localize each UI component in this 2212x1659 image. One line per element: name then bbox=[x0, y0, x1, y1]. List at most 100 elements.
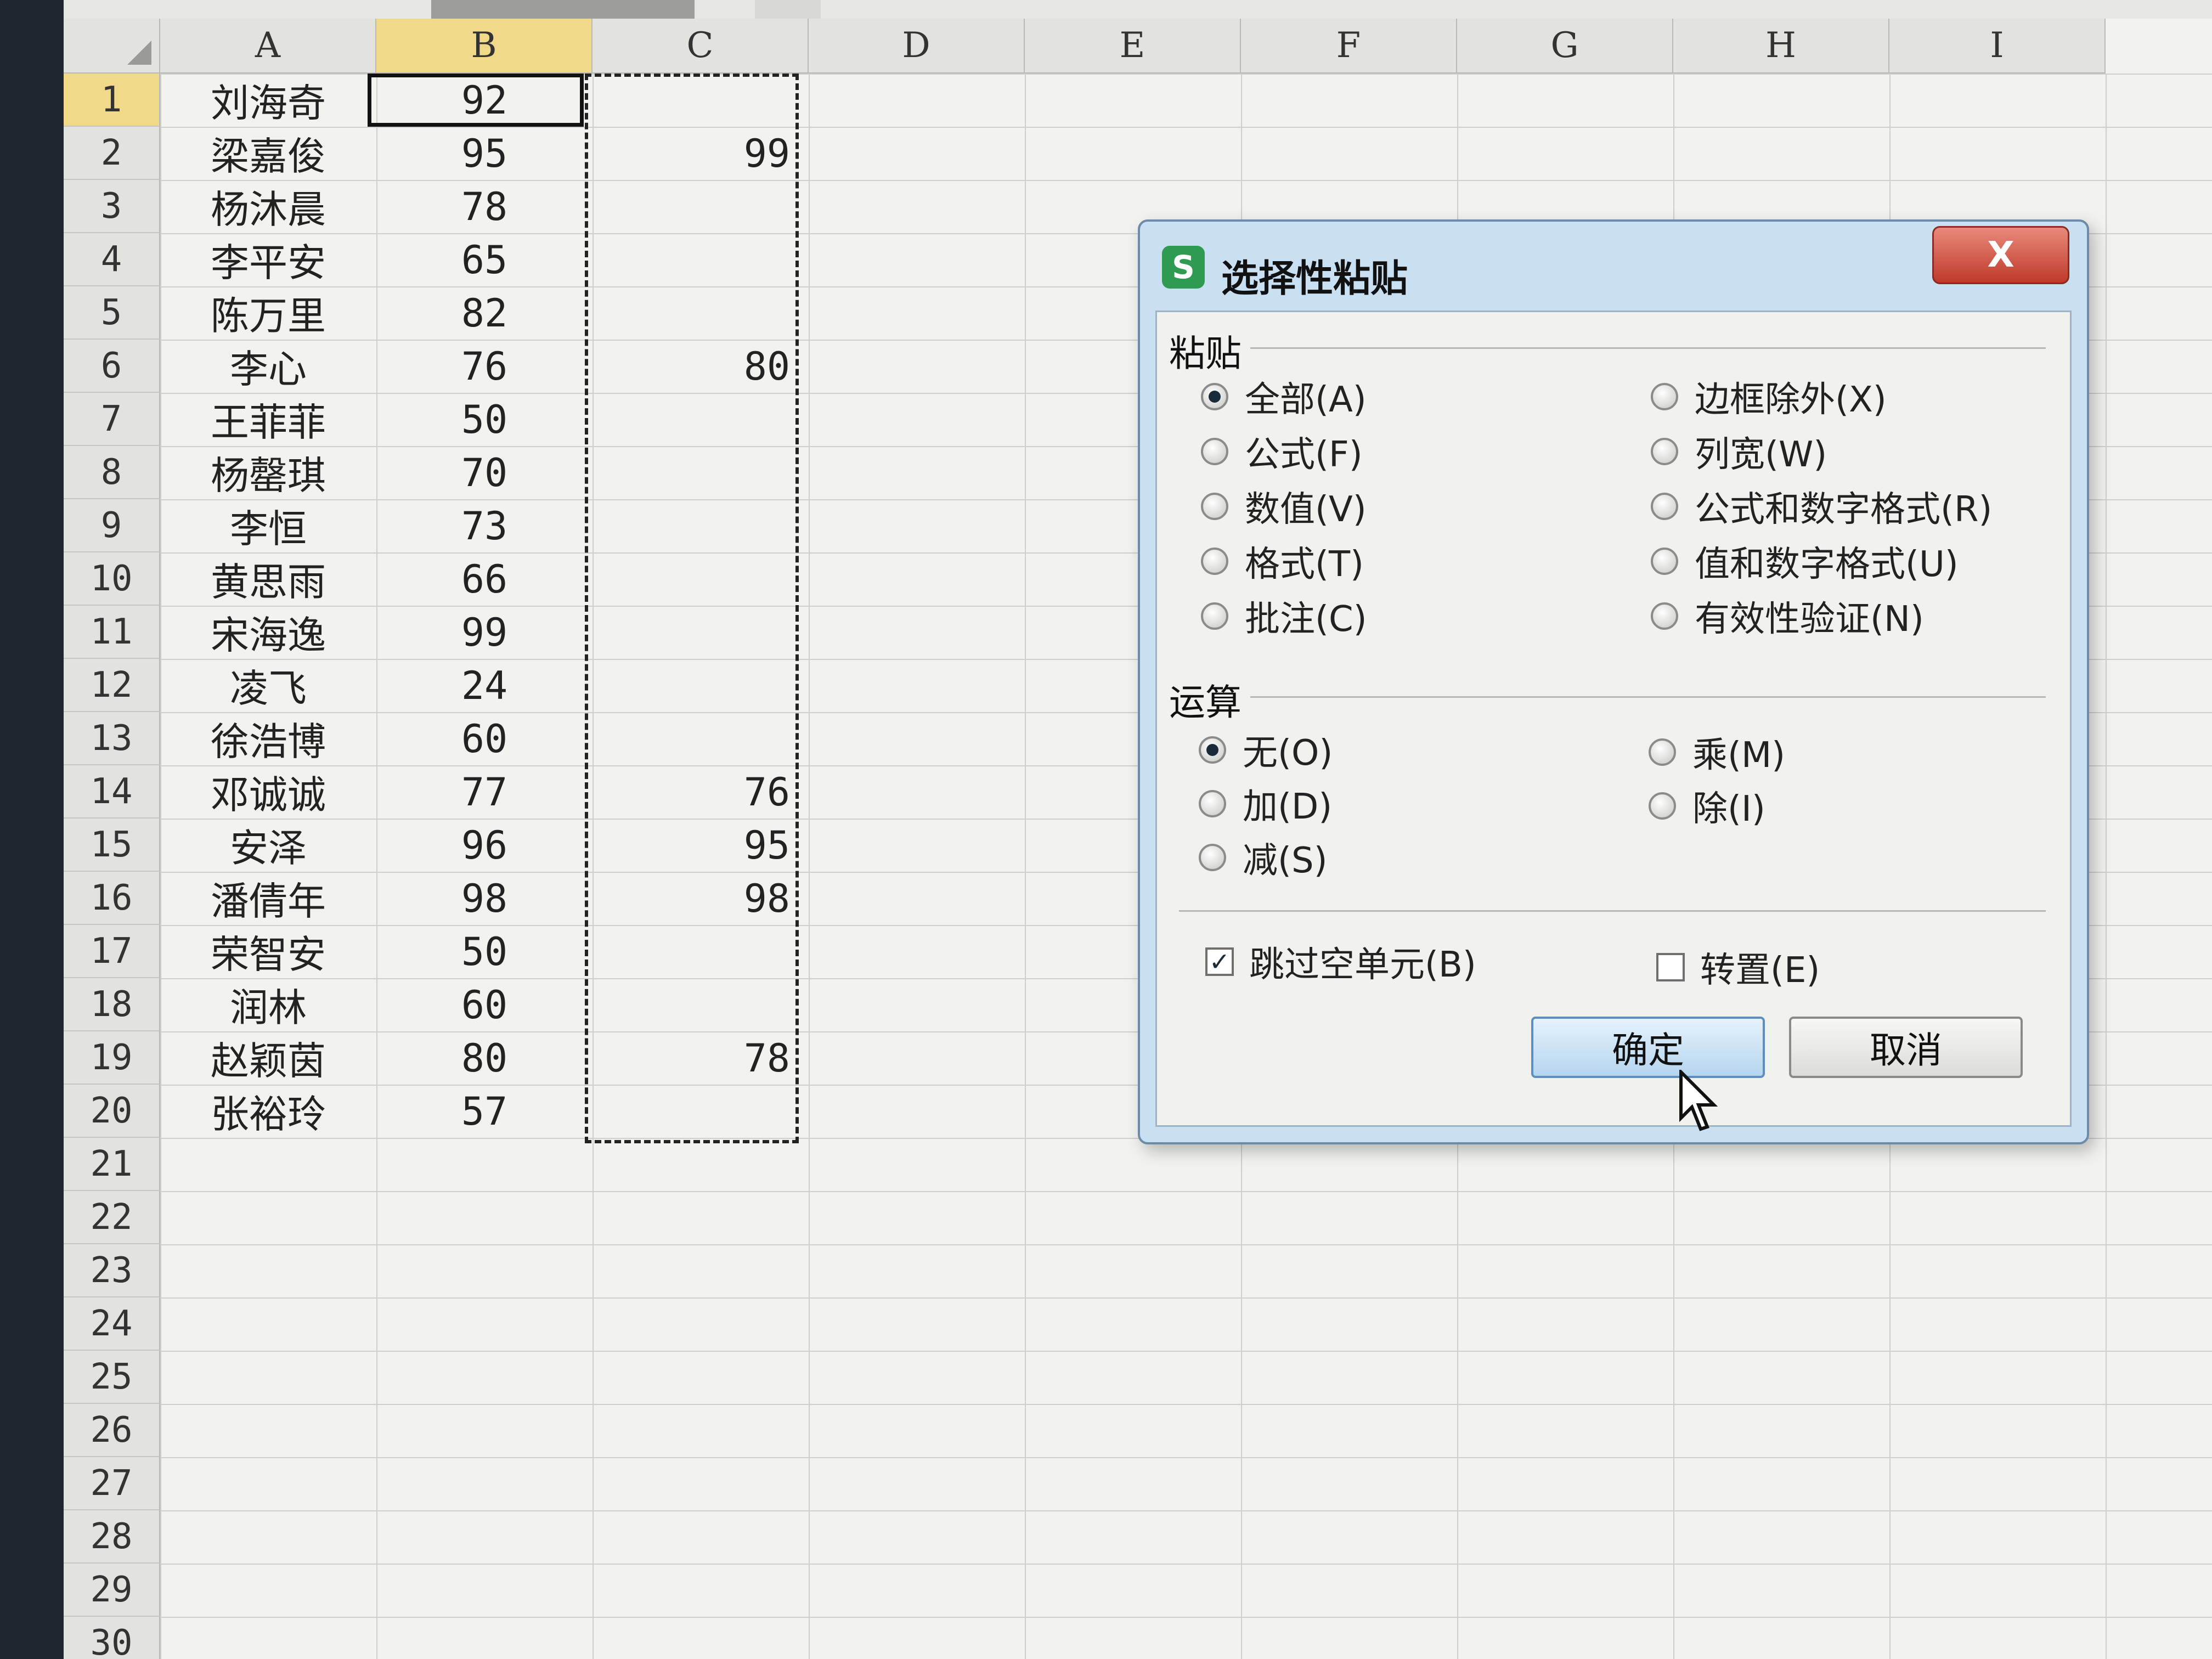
paste-right-radio-4[interactable]: 有效性验证(N) bbox=[1651, 591, 1924, 641]
row-header[interactable]: 24 bbox=[64, 1297, 160, 1351]
paste-left-radio-1[interactable]: 公式(F) bbox=[1201, 426, 1363, 477]
row-header[interactable]: 4 bbox=[64, 233, 160, 286]
cell-score[interactable]: 50 bbox=[376, 393, 592, 446]
cell-score[interactable]: 65 bbox=[376, 233, 592, 286]
cell-score[interactable]: 80 bbox=[376, 1031, 592, 1085]
cell-score[interactable]: 24 bbox=[376, 659, 592, 712]
row-header[interactable]: 15 bbox=[64, 819, 160, 872]
column-header-b[interactable]: B bbox=[376, 19, 592, 74]
cancel-button[interactable]: 取消 bbox=[1789, 1017, 2023, 1078]
operation-left-radio-1[interactable]: 加(D) bbox=[1199, 778, 1332, 829]
row-header[interactable]: 30 bbox=[64, 1617, 160, 1659]
cell-score[interactable]: 57 bbox=[376, 1085, 592, 1138]
row-header[interactable]: 11 bbox=[64, 606, 160, 659]
cell-score[interactable]: 95 bbox=[376, 127, 592, 180]
cell-name[interactable]: 张裕玲 bbox=[160, 1085, 376, 1138]
cell-score[interactable]: 77 bbox=[376, 765, 592, 819]
cell-score[interactable]: 60 bbox=[376, 978, 592, 1031]
cell-name[interactable]: 黄思雨 bbox=[160, 552, 376, 606]
column-header-i[interactable]: I bbox=[1889, 19, 2106, 74]
row-header[interactable]: 2 bbox=[64, 127, 160, 180]
operation-left-radio-2[interactable]: 减(S) bbox=[1199, 832, 1328, 883]
cell-name[interactable]: 李平安 bbox=[160, 233, 376, 286]
row-header[interactable]: 9 bbox=[64, 499, 160, 552]
cell-score[interactable]: 78 bbox=[376, 180, 592, 233]
row-header[interactable]: 22 bbox=[64, 1191, 160, 1244]
cell-name[interactable]: 杨沐晨 bbox=[160, 180, 376, 233]
cell-name[interactable]: 刘海奇 bbox=[160, 74, 376, 127]
column-header-d[interactable]: D bbox=[809, 19, 1025, 74]
cell-name[interactable]: 润林 bbox=[160, 978, 376, 1031]
row-header[interactable]: 12 bbox=[64, 659, 160, 712]
row-header[interactable]: 5 bbox=[64, 286, 160, 340]
skip-blanks-checkbox[interactable]: ✓ 跳过空单元(B) bbox=[1205, 936, 1476, 987]
cell-name[interactable]: 徐浩博 bbox=[160, 712, 376, 765]
cell-score[interactable]: 60 bbox=[376, 712, 592, 765]
row-header[interactable]: 18 bbox=[64, 978, 160, 1031]
row-header[interactable]: 27 bbox=[64, 1457, 160, 1510]
cell-name[interactable]: 凌飞 bbox=[160, 659, 376, 712]
select-all-corner[interactable] bbox=[64, 19, 160, 74]
column-header-h[interactable]: H bbox=[1673, 19, 1889, 74]
column-header-a[interactable]: A bbox=[160, 19, 376, 74]
cell-name[interactable]: 杨罄琪 bbox=[160, 446, 376, 499]
row-header[interactable]: 7 bbox=[64, 393, 160, 446]
column-header-f[interactable]: F bbox=[1241, 19, 1457, 74]
paste-right-radio-1[interactable]: 列宽(W) bbox=[1651, 426, 1827, 477]
cell-name[interactable]: 荣智安 bbox=[160, 925, 376, 978]
row-header[interactable]: 26 bbox=[64, 1404, 160, 1457]
cell-score[interactable]: 82 bbox=[376, 286, 592, 340]
paste-left-radio-0[interactable]: 全部(A) bbox=[1201, 371, 1367, 422]
paste-right-radio-3[interactable]: 值和数字格式(U) bbox=[1651, 536, 1959, 586]
dialog-titlebar[interactable]: S 选择性粘贴 X bbox=[1140, 222, 2087, 304]
row-header[interactable]: 8 bbox=[64, 446, 160, 499]
row-header[interactable]: 20 bbox=[64, 1085, 160, 1138]
row-header[interactable]: 28 bbox=[64, 1510, 160, 1564]
cell-name[interactable]: 李恒 bbox=[160, 499, 376, 552]
cell-score[interactable]: 73 bbox=[376, 499, 592, 552]
cell-score[interactable]: 98 bbox=[376, 872, 592, 925]
cell-score[interactable]: 50 bbox=[376, 925, 592, 978]
close-button[interactable]: X bbox=[1932, 226, 2069, 284]
row-header[interactable]: 1 bbox=[64, 74, 160, 127]
paste-right-radio-2[interactable]: 公式和数字格式(R) bbox=[1651, 481, 1992, 532]
paste-left-radio-2[interactable]: 数值(V) bbox=[1201, 481, 1367, 532]
row-header[interactable]: 23 bbox=[64, 1244, 160, 1297]
cell-score[interactable]: 99 bbox=[376, 606, 592, 659]
cell-score[interactable]: 76 bbox=[376, 340, 592, 393]
row-header[interactable]: 6 bbox=[64, 340, 160, 393]
cell-score[interactable]: 66 bbox=[376, 552, 592, 606]
row-header[interactable]: 16 bbox=[64, 872, 160, 925]
active-cell-b1[interactable] bbox=[368, 74, 584, 127]
paste-right-radio-0[interactable]: 边框除外(X) bbox=[1651, 371, 1887, 422]
row-header[interactable]: 13 bbox=[64, 712, 160, 765]
row-header[interactable]: 25 bbox=[64, 1351, 160, 1404]
cell-name[interactable]: 李心 bbox=[160, 340, 376, 393]
cell-name[interactable]: 宋海逸 bbox=[160, 606, 376, 659]
row-header[interactable]: 10 bbox=[64, 552, 160, 606]
row-header[interactable]: 14 bbox=[64, 765, 160, 819]
cell-name[interactable]: 安泽 bbox=[160, 819, 376, 872]
column-header-c[interactable]: C bbox=[592, 19, 809, 74]
cell-name[interactable]: 潘倩年 bbox=[160, 872, 376, 925]
cell-name[interactable]: 赵颖茵 bbox=[160, 1031, 376, 1085]
operation-right-radio-1[interactable]: 除(I) bbox=[1649, 781, 1765, 831]
operation-right-radio-0[interactable]: 乘(M) bbox=[1649, 727, 1785, 777]
paste-left-radio-4[interactable]: 批注(C) bbox=[1201, 591, 1367, 641]
cell-score[interactable]: 96 bbox=[376, 819, 592, 872]
cell-name[interactable]: 邓诚诚 bbox=[160, 765, 376, 819]
cell-name[interactable]: 陈万里 bbox=[160, 286, 376, 340]
operation-left-radio-0[interactable]: 无(O) bbox=[1199, 725, 1333, 775]
paste-left-radio-3[interactable]: 格式(T) bbox=[1201, 536, 1364, 586]
cell-name[interactable]: 王菲菲 bbox=[160, 393, 376, 446]
row-header[interactable]: 3 bbox=[64, 180, 160, 233]
cell-name[interactable]: 梁嘉俊 bbox=[160, 127, 376, 180]
row-header[interactable]: 19 bbox=[64, 1031, 160, 1085]
column-header-g[interactable]: G bbox=[1457, 19, 1673, 74]
row-header[interactable]: 29 bbox=[64, 1564, 160, 1617]
row-header[interactable]: 21 bbox=[64, 1138, 160, 1191]
cell-score[interactable]: 70 bbox=[376, 446, 592, 499]
row-header[interactable]: 17 bbox=[64, 925, 160, 978]
column-header-e[interactable]: E bbox=[1025, 19, 1241, 74]
ok-button[interactable]: 确定 bbox=[1531, 1017, 1765, 1078]
